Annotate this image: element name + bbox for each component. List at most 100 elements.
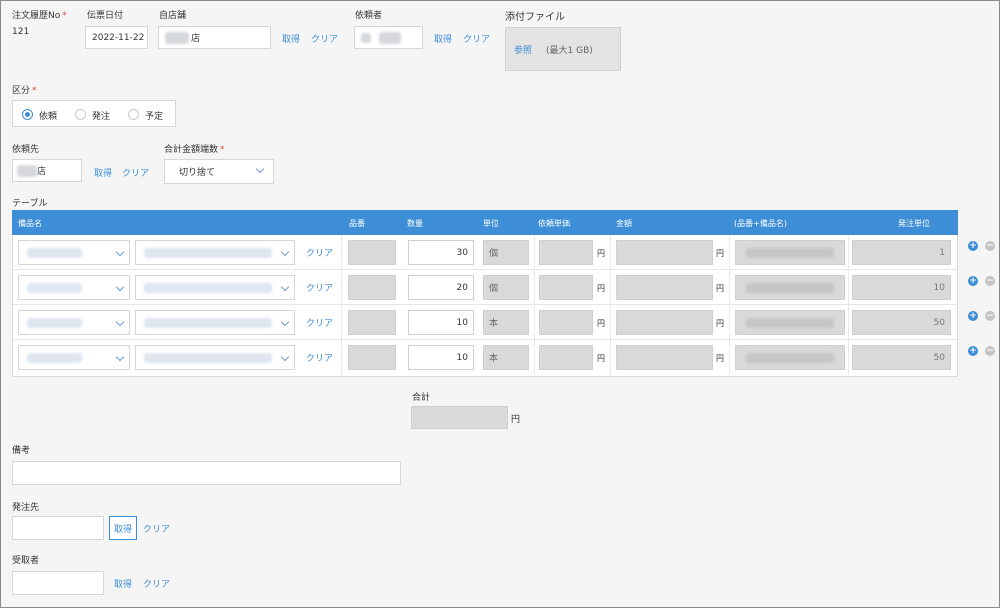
masked-text [746,353,834,363]
qty-input[interactable]: 30 [408,240,474,265]
row-clear-link[interactable]: クリア [306,351,333,364]
category-select[interactable] [18,345,130,370]
category-select[interactable] [18,275,130,300]
chevron-down-icon [115,247,125,257]
unit-field: 本 [483,345,529,370]
add-row-icon[interactable]: + [968,346,978,356]
chevron-down-icon [280,282,290,292]
requester-fetch-link[interactable]: 取得 [434,32,452,45]
masked-text [361,32,371,43]
qty-input[interactable]: 10 [408,310,474,335]
remarks-input[interactable] [12,461,401,485]
browse-link[interactable]: 参照 [514,43,532,56]
add-row-icon[interactable]: + [968,241,978,251]
table-header: 備品名 品番 数量 単位 依頼単価 金額 (品番+備品名) 発注単位 [12,210,958,235]
table-row: クリア 20 個 円 円 10 [13,270,957,305]
col-qty: 数量 [407,219,423,228]
col-order-unit: 発注単位 [898,219,930,228]
category-label: 区分 * [12,86,37,96]
remove-row-icon[interactable]: − [985,346,995,356]
unit-field: 本 [483,310,529,335]
column-divider [341,270,342,305]
request-to-suffix: 店 [37,167,47,177]
radio-plan[interactable] [128,109,139,120]
table-row: クリア 30 個 円 円 1 [13,235,957,270]
category-select[interactable] [18,310,130,335]
column-divider [341,340,342,375]
radio-order[interactable] [75,109,86,120]
amount-yen: 円 [716,319,724,328]
col-partno-itemname: (品番+備品名) [734,219,787,228]
category-radio-group: 依頼 発注 予定 [12,100,176,127]
item-name-select[interactable] [135,240,295,265]
add-row-icon[interactable]: + [968,311,978,321]
qty-input[interactable]: 10 [408,345,474,370]
table-row: クリア 10 本 円 円 50 [13,340,957,375]
receiver-fetch-link[interactable]: 取得 [114,577,132,590]
radio-request[interactable] [22,109,33,120]
price-yen: 円 [597,284,605,293]
category-select[interactable] [18,240,130,265]
col-part-no: 品番 [349,219,365,228]
store-input[interactable]: 店 [158,26,271,49]
max-size-text: (最大1 GB) [546,46,593,56]
store-label: 自店舗 [159,11,187,21]
request-to-input[interactable]: 店 [12,159,82,182]
rounding-selected-value: 切り捨て [179,168,216,178]
column-divider [610,305,611,340]
date-label: 伝票日付 [87,11,124,21]
table-body: クリア 30 個 円 円 1 クリア 20 個 円 円 10 クリア 10 本 … [12,235,958,377]
partno-itemname-field [735,310,845,335]
qty-input[interactable]: 20 [408,275,474,300]
order-to-fetch-button[interactable]: 取得 [109,516,137,540]
remarks-label: 備考 [12,446,31,456]
unit-field: 個 [483,240,529,265]
masked-text [144,283,272,293]
item-name-select[interactable] [135,345,295,370]
column-divider [729,235,730,270]
store-suffix: 店 [191,34,201,44]
date-input[interactable]: 2022-11-22 [85,26,148,49]
row-clear-link[interactable]: クリア [306,246,333,259]
remove-row-icon[interactable]: − [985,241,995,251]
partno-itemname-field [735,240,845,265]
row-clear-link[interactable]: クリア [306,281,333,294]
column-divider [341,305,342,340]
col-unit: 単位 [483,219,499,228]
total-yen: 円 [511,415,521,425]
order-to-clear-link[interactable]: クリア [143,522,170,535]
chevron-down-icon [280,247,290,257]
price-yen: 円 [597,249,605,258]
item-name-select[interactable] [135,310,295,335]
store-fetch-link[interactable]: 取得 [282,32,300,45]
order-no-value: 121 [12,27,30,37]
column-divider [534,340,535,375]
item-name-select[interactable] [135,275,295,300]
remove-row-icon[interactable]: − [985,276,995,286]
store-clear-link[interactable]: クリア [311,32,338,45]
receiver-clear-link[interactable]: クリア [143,577,170,590]
remove-row-icon[interactable]: − [985,311,995,321]
masked-text [27,353,82,363]
request-to-fetch-link[interactable]: 取得 [94,166,112,179]
chevron-down-icon [115,282,125,292]
masked-text [144,353,272,363]
radio-plan-label: 予定 [145,112,164,122]
price-yen: 円 [597,354,605,363]
column-divider [848,340,849,375]
add-row-icon[interactable]: + [968,276,978,286]
requester-input[interactable] [354,26,423,49]
row-clear-link[interactable]: クリア [306,316,333,329]
amount-yen: 円 [716,354,724,363]
masked-text [144,318,272,328]
part-no-field [348,275,396,300]
order-to-input[interactable] [12,516,104,540]
amount-field [616,275,713,300]
chevron-down-icon [115,317,125,327]
request-price-field [539,240,593,265]
column-divider [610,340,611,375]
requester-clear-link[interactable]: クリア [463,32,490,45]
receiver-input[interactable] [12,571,104,595]
request-to-clear-link[interactable]: クリア [122,166,149,179]
masked-text [27,248,82,258]
